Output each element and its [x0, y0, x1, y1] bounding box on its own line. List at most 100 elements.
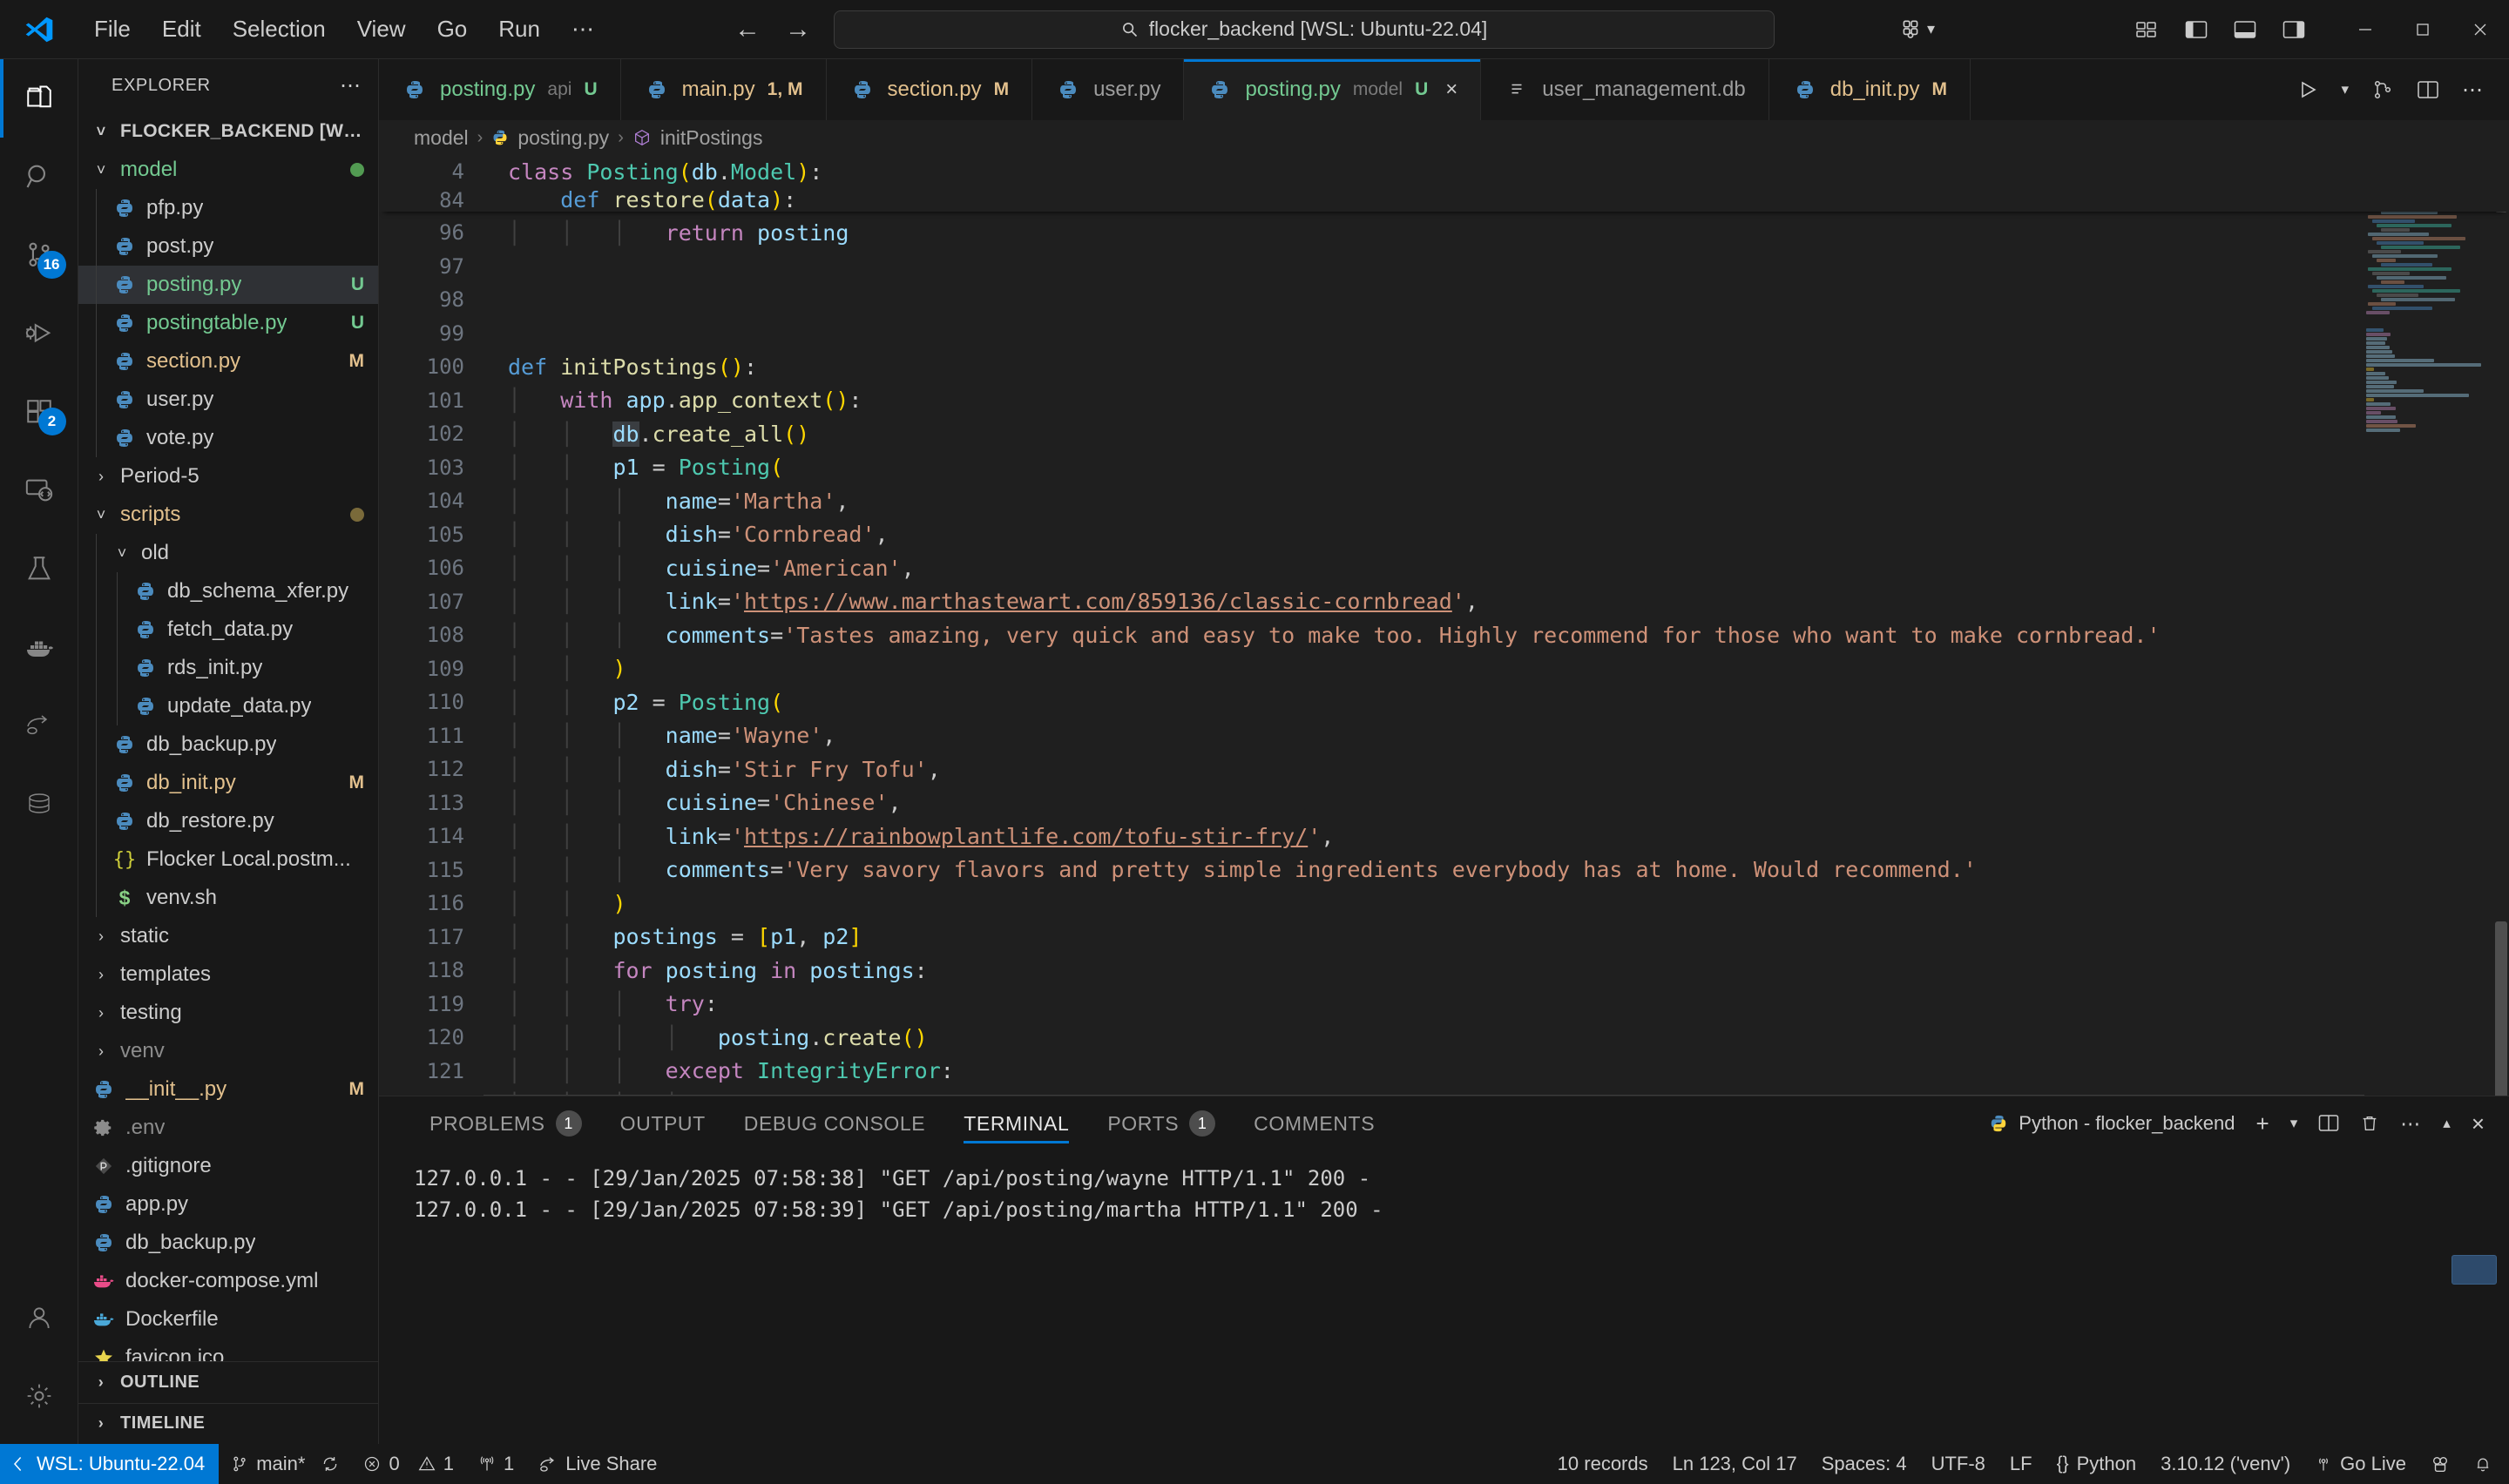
menu-more[interactable]: ⋯	[556, 10, 610, 49]
breadcrumb-item-file[interactable]: posting.py	[517, 126, 609, 150]
code-line-114[interactable]: 114 │ │ │ link='https://rainbowplantlife.…	[379, 820, 2509, 853]
status-python-interpreter[interactable]: 3.10.12 ('venv')	[2148, 1444, 2303, 1484]
menu-selection[interactable]: Selection	[217, 10, 342, 49]
status-problems[interactable]: 0 1	[351, 1444, 466, 1484]
tree-item--init-py[interactable]: __init__.py M	[78, 1070, 378, 1109]
code-line-120[interactable]: 120 │ │ │ │ posting.create()	[379, 1021, 2509, 1055]
tree-item-venv-sh[interactable]: $ venv.sh	[78, 879, 378, 918]
activitybar-item-testing[interactable]	[0, 530, 78, 608]
tree-item-db-schema-xfer-py[interactable]: db_schema_xfer.py	[78, 572, 378, 611]
split-terminal-icon[interactable]	[2318, 1114, 2339, 1133]
kill-terminal-icon[interactable]	[2360, 1114, 2379, 1133]
status-eol[interactable]: LF	[1998, 1444, 2045, 1484]
menu-file[interactable]: File	[78, 10, 146, 49]
arrow-right-icon[interactable]: →	[785, 16, 811, 43]
panel-tab-comments[interactable]: COMMENTS	[1234, 1096, 1394, 1150]
run-and-debug-icon[interactable]	[2371, 79, 2394, 100]
code-line-121[interactable]: 121 │ │ │ except IntegrityError:	[379, 1055, 2509, 1089]
tree-item-pfp-py[interactable]: pfp.py	[78, 189, 378, 228]
menu-go[interactable]: Go	[422, 10, 484, 49]
tree-item-favicon-ico[interactable]: favicon.ico	[78, 1339, 378, 1362]
tree-item-posting-py[interactable]: posting.py U	[78, 266, 378, 305]
code-line-116[interactable]: 116 │ │ )	[379, 887, 2509, 921]
code-line-113[interactable]: 113 │ │ │ cuisine='Chinese',	[379, 786, 2509, 820]
toggle-secondary-sidebar-icon[interactable]	[2282, 20, 2305, 39]
tree-item-user-py[interactable]: user.py	[78, 381, 378, 420]
tree-item-dockerfile[interactable]: Dockerfile	[78, 1300, 378, 1339]
status-cursor-position[interactable]: Ln 123, Col 17	[1660, 1444, 1809, 1484]
chevron-down-icon[interactable]: ▾	[2341, 81, 2349, 98]
code-line-119[interactable]: 119 │ │ │ try:	[379, 988, 2509, 1022]
panel-tab-output[interactable]: OUTPUT	[601, 1096, 725, 1150]
status-records[interactable]: 10 records	[1545, 1444, 1660, 1484]
tree-item-post-py[interactable]: post.py	[78, 227, 378, 266]
panel-tab-problems[interactable]: PROBLEMS 1	[410, 1096, 601, 1150]
tree-item--env[interactable]: .env	[78, 1109, 378, 1147]
editor-tab-user-management-db[interactable]: user_management.db	[1481, 59, 1769, 120]
code-editor[interactable]: 4 class Posting(db.Model): 84 def restor…	[379, 155, 2509, 1096]
sticky-line[interactable]: 84 def restore(data):	[379, 189, 2509, 212]
code-line-101[interactable]: 101 │ with app.app_context():	[379, 384, 2509, 418]
status-gitlens[interactable]	[2418, 1444, 2462, 1484]
arrow-left-icon[interactable]: ←	[734, 16, 761, 43]
tree-item-scripts[interactable]: ˅ scripts	[78, 496, 378, 534]
chevron-down-icon[interactable]: ▾	[1927, 20, 1935, 38]
code-scroll-area[interactable]: 4 class Posting(db.Model): 84 def restor…	[379, 155, 2509, 1096]
code-line-99[interactable]: 99	[379, 317, 2509, 351]
tree-item-db-restore-py[interactable]: db_restore.py	[78, 802, 378, 841]
sidebar-section-outline[interactable]: › OUTLINE	[78, 1361, 378, 1402]
window-minimize-button[interactable]	[2337, 0, 2394, 59]
status-branch[interactable]: main*	[219, 1444, 351, 1484]
close-panel-icon[interactable]: ×	[2472, 1110, 2485, 1137]
tree-item-venv[interactable]: › venv	[78, 1032, 378, 1070]
breadcrumb-item-symbol[interactable]: initPostings	[660, 126, 763, 150]
editor-scrollbar[interactable]	[2493, 155, 2509, 1096]
status-indentation[interactable]: Spaces: 4	[1809, 1444, 1919, 1484]
terminal-selector[interactable]: Python - flocker_backend	[1989, 1112, 2235, 1135]
chevron-up-icon[interactable]: ▴	[2443, 1115, 2451, 1132]
status-remote-indicator[interactable]: WSL: Ubuntu-22.04	[0, 1444, 220, 1484]
editor-tab-section-py[interactable]: section.py M	[826, 59, 1033, 120]
toggle-panel-icon[interactable]	[2234, 20, 2256, 39]
minimap[interactable]	[2364, 155, 2493, 1096]
code-line-103[interactable]: 103 │ │ p1 = Posting(	[379, 451, 2509, 485]
tree-item-update-data-py[interactable]: update_data.py	[78, 687, 378, 726]
code-line-106[interactable]: 106 │ │ │ cuisine='American',	[379, 551, 2509, 585]
code-line-112[interactable]: 112 │ │ │ dish='Stir Fry Tofu',	[379, 752, 2509, 786]
activitybar-item-docker[interactable]	[0, 608, 78, 686]
code-lines[interactable]: 96 │ │ │ return posting 97 98 99 100 def initP…	[379, 155, 2509, 1096]
more-actions-icon[interactable]: ⋯	[2462, 78, 2485, 103]
run-python-file-icon[interactable]	[2297, 79, 2318, 100]
tree-item-postingtable-py[interactable]: postingtable.py U	[78, 304, 378, 343]
remote-explorer-icon[interactable]	[1899, 18, 1922, 41]
tree-item-flocker-local-postm-[interactable]: {} Flocker Local.postm...	[78, 840, 378, 880]
status-notifications[interactable]	[2462, 1444, 2509, 1484]
code-line-102[interactable]: 102 │ │ db.create_all()	[379, 417, 2509, 451]
code-line-118[interactable]: 118 │ │ for posting in postings:	[379, 954, 2509, 988]
panel-tab-terminal[interactable]: TERMINAL	[944, 1096, 1088, 1150]
remote-indicator-group[interactable]: ▾	[1899, 18, 1935, 41]
breadcrumb-item-model[interactable]: model	[414, 126, 469, 150]
tree-item-docker-compose-yml[interactable]: docker-compose.yml	[78, 1262, 378, 1300]
tree-item-testing[interactable]: › testing	[78, 994, 378, 1032]
activitybar-item-extensions[interactable]: 2	[0, 373, 78, 451]
status-language-mode[interactable]: {} Python	[2045, 1444, 2149, 1484]
chevron-down-icon[interactable]: ▾	[2290, 1115, 2298, 1132]
status-live-share[interactable]: Live Share	[526, 1444, 669, 1484]
toggle-primary-sidebar-icon[interactable]	[2185, 20, 2208, 39]
window-close-button[interactable]	[2452, 0, 2509, 59]
tree-item-templates[interactable]: › templates	[78, 955, 378, 994]
tree-item-period-5[interactable]: › Period-5	[78, 457, 378, 496]
status-encoding[interactable]: UTF-8	[1919, 1444, 1998, 1484]
customize-layout-icon[interactable]	[2136, 19, 2159, 40]
window-maximize-button[interactable]	[2394, 0, 2452, 59]
command-center[interactable]: flocker_backend [WSL: Ubuntu-22.04]	[834, 10, 1775, 49]
editor-tab-main-py[interactable]: main.py 1, M	[620, 59, 827, 120]
sidebar-more-actions-icon[interactable]: ⋯	[340, 73, 362, 98]
menu-edit[interactable]: Edit	[146, 10, 217, 49]
new-terminal-icon[interactable]: +	[2256, 1110, 2269, 1137]
code-line-96[interactable]: 96 │ │ │ return posting	[379, 216, 2509, 250]
tree-item-old[interactable]: ˅ old	[78, 534, 378, 573]
editor-tab-user-py[interactable]: user.py	[1032, 59, 1185, 120]
code-line-105[interactable]: 105 │ │ │ dish='Cornbread',	[379, 518, 2509, 552]
